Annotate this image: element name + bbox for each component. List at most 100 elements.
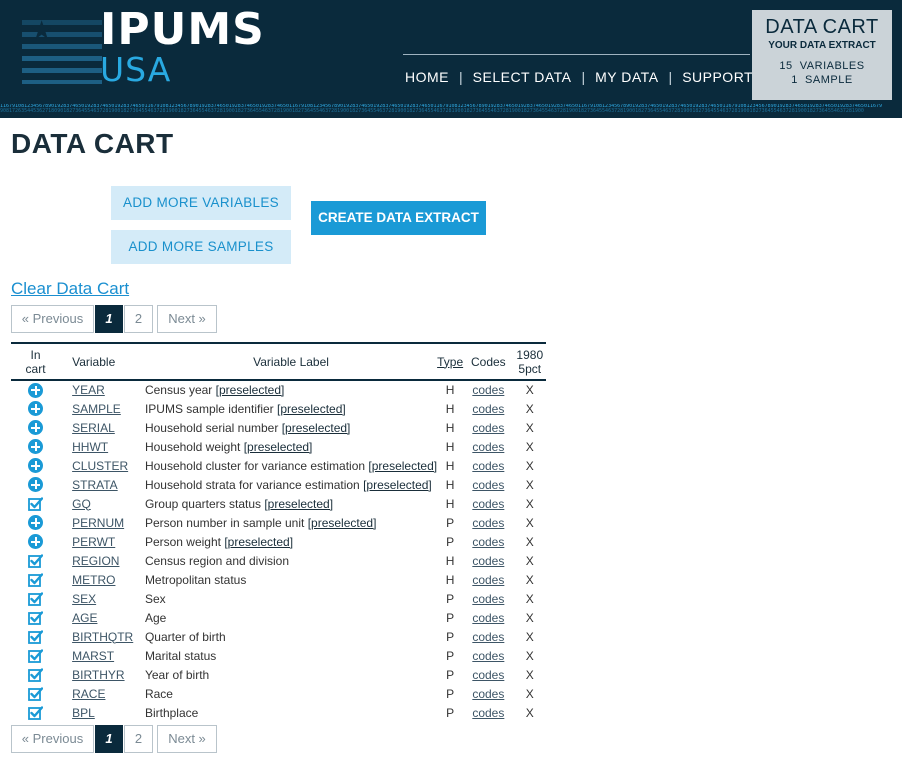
- plus-circle-icon[interactable]: [28, 382, 44, 398]
- codes-link[interactable]: codes: [472, 687, 504, 701]
- nav-support[interactable]: SUPPORT: [682, 69, 753, 85]
- clear-data-cart-link[interactable]: Clear Data Cart: [11, 279, 129, 299]
- preselected-link[interactable]: [preselected]: [244, 440, 313, 454]
- checkbox-checked-icon[interactable]: [28, 705, 44, 721]
- current-page-button[interactable]: 1: [95, 725, 123, 753]
- nav-select-data[interactable]: SELECT DATA: [473, 69, 572, 85]
- preselected-link[interactable]: [preselected]: [216, 383, 285, 397]
- variable-name-link[interactable]: AGE: [72, 611, 97, 625]
- variable-name-link[interactable]: STRATA: [72, 478, 118, 492]
- header-codes: Codes: [463, 342, 514, 381]
- header-type[interactable]: Type: [437, 342, 464, 381]
- codes-link[interactable]: codes: [472, 421, 504, 435]
- plus-circle-icon[interactable]: [28, 420, 44, 436]
- nav-home[interactable]: HOME: [405, 69, 449, 85]
- preselected-link[interactable]: [preselected]: [308, 516, 377, 530]
- codes-link[interactable]: codes: [472, 478, 504, 492]
- variable-name-link[interactable]: PERWT: [72, 535, 115, 549]
- in-cart-cell: [11, 589, 60, 608]
- page-2-button[interactable]: 2: [124, 725, 153, 753]
- preselected-link[interactable]: [preselected]: [363, 478, 432, 492]
- codes-link[interactable]: codes: [472, 630, 504, 644]
- variable-name-link[interactable]: GQ: [72, 497, 91, 511]
- variable-name-link[interactable]: BIRTHQTR: [72, 630, 133, 644]
- data-cart-summary[interactable]: DATA CART YOUR DATA EXTRACT 15 VARIABLES…: [752, 10, 892, 100]
- variable-name-link[interactable]: BIRTHYR: [72, 668, 124, 682]
- variable-cell: MARST: [60, 646, 145, 665]
- codes-link[interactable]: codes: [472, 440, 504, 454]
- logo-title: IPUMS: [100, 4, 265, 55]
- checkbox-checked-icon[interactable]: [28, 648, 44, 664]
- checkbox-checked-icon[interactable]: [28, 553, 44, 569]
- checkbox-checked-icon[interactable]: [28, 572, 44, 588]
- checkbox-checked-icon[interactable]: [28, 496, 44, 512]
- preselected-link[interactable]: [preselected]: [282, 421, 351, 435]
- variable-name-link[interactable]: SEX: [72, 592, 96, 606]
- codes-link[interactable]: codes: [472, 497, 504, 511]
- codes-cell: codes: [463, 627, 513, 646]
- codes-link[interactable]: codes: [472, 668, 504, 682]
- nav-separator: |: [581, 69, 586, 85]
- add-more-variables-button[interactable]: ADD MORE VARIABLES: [111, 186, 291, 220]
- plus-circle-icon[interactable]: [28, 515, 44, 531]
- preselected-link[interactable]: [preselected]: [224, 535, 293, 549]
- sample-availability-cell: X: [525, 553, 534, 568]
- plus-circle-icon[interactable]: [28, 439, 44, 455]
- in-cart-cell: [11, 532, 60, 551]
- codes-link[interactable]: codes: [472, 554, 504, 568]
- variable-label-text: Race: [144, 686, 173, 701]
- codes-link[interactable]: codes: [472, 611, 504, 625]
- variable-name-link[interactable]: METRO: [72, 573, 115, 587]
- checkbox-checked-icon[interactable]: [28, 667, 44, 683]
- checkbox-checked-icon[interactable]: [28, 686, 44, 702]
- plus-circle-icon[interactable]: [28, 477, 44, 493]
- codes-link[interactable]: codes: [472, 383, 504, 397]
- preselected-link[interactable]: [preselected]: [368, 459, 437, 473]
- codes-link[interactable]: codes: [472, 649, 504, 663]
- codes-link[interactable]: codes: [472, 573, 504, 587]
- plus-circle-icon[interactable]: [28, 458, 44, 474]
- variable-name-link[interactable]: HHWT: [72, 440, 108, 454]
- checkbox-checked-icon[interactable]: [28, 629, 44, 645]
- variable-name-link[interactable]: MARST: [72, 649, 114, 663]
- variable-name-link[interactable]: BPL: [72, 706, 95, 720]
- codes-cell: codes: [463, 418, 513, 437]
- codes-link[interactable]: codes: [472, 535, 504, 549]
- variable-name-link[interactable]: PERNUM: [72, 516, 124, 530]
- previous-page-button[interactable]: « Previous: [11, 305, 94, 333]
- codes-link[interactable]: codes: [472, 706, 504, 720]
- plus-circle-icon[interactable]: [28, 534, 44, 550]
- ipums-usa-logo[interactable]: ★ IPUMS USA: [22, 4, 292, 89]
- previous-page-button[interactable]: « Previous: [11, 725, 94, 753]
- sample-availability-cell: X: [525, 667, 534, 682]
- next-page-button[interactable]: Next »: [157, 725, 217, 753]
- variable-name-link[interactable]: SAMPLE: [72, 402, 121, 416]
- codes-link[interactable]: codes: [472, 459, 504, 473]
- codes-link[interactable]: codes: [472, 402, 504, 416]
- checkbox-checked-icon[interactable]: [28, 591, 44, 607]
- codes-cell: codes: [463, 494, 513, 513]
- variable-label-text: Household serial number: [144, 420, 279, 435]
- variable-name-link[interactable]: SERIAL: [72, 421, 115, 435]
- variable-name-link[interactable]: YEAR: [72, 383, 105, 397]
- variable-name-link[interactable]: REGION: [72, 554, 119, 568]
- nav-my-data[interactable]: MY DATA: [595, 69, 658, 85]
- page-2-button[interactable]: 2: [124, 305, 153, 333]
- variable-name-link[interactable]: RACE: [72, 687, 105, 701]
- current-page-button[interactable]: 1: [95, 305, 123, 333]
- plus-circle-icon[interactable]: [28, 401, 44, 417]
- variable-name-link[interactable]: CLUSTER: [72, 459, 128, 473]
- type-cell: P: [446, 667, 455, 682]
- preselected-link[interactable]: [preselected]: [277, 402, 346, 416]
- codes-link[interactable]: codes: [472, 592, 504, 606]
- create-data-extract-button[interactable]: CREATE DATA EXTRACT: [311, 201, 486, 235]
- next-page-button[interactable]: Next »: [157, 305, 217, 333]
- variable-label-text: Marital status: [144, 648, 217, 663]
- variable-cell: STRATA: [60, 475, 145, 494]
- variable-cell: SEX: [60, 589, 145, 608]
- preselected-link[interactable]: [preselected]: [264, 497, 333, 511]
- sample-availability-cell: X: [525, 610, 534, 625]
- add-more-samples-button[interactable]: ADD MORE SAMPLES: [111, 230, 291, 264]
- codes-link[interactable]: codes: [472, 516, 504, 530]
- checkbox-checked-icon[interactable]: [28, 610, 44, 626]
